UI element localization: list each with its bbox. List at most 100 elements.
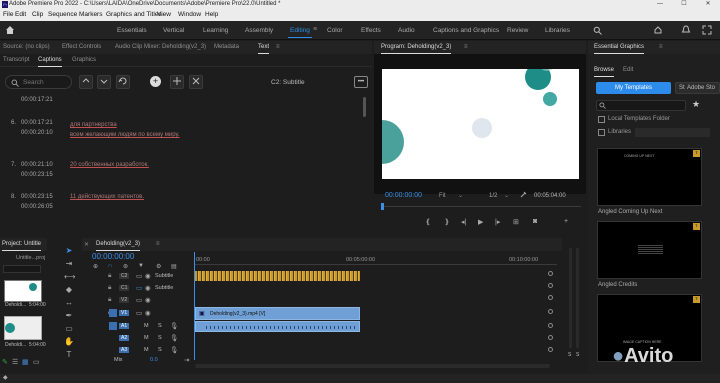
tab-browse[interactable]: Browse bbox=[594, 67, 615, 77]
audio-clip-a1[interactable] bbox=[195, 321, 360, 332]
add-button-icon[interactable]: + bbox=[564, 218, 568, 225]
mix-value[interactable]: 0.0 bbox=[150, 357, 158, 363]
track-v2[interactable]: 🔒︎ V2 ▭ ◉ bbox=[106, 295, 196, 306]
workspace-review[interactable]: Review bbox=[507, 27, 528, 34]
workspace-vertical[interactable]: Vertical bbox=[163, 27, 184, 34]
meter-solo-right[interactable]: S bbox=[576, 352, 579, 358]
sync-icon[interactable]: ▭ bbox=[136, 296, 142, 304]
more-options-button[interactable]: ••• bbox=[354, 76, 368, 88]
resolution-dropdown[interactable]: 1/2 bbox=[489, 193, 497, 199]
source-patch-a1[interactable] bbox=[109, 322, 117, 330]
caption-icon[interactable]: ▭ bbox=[136, 272, 142, 280]
tab-transcript[interactable]: Transcript bbox=[3, 57, 29, 63]
minimize-button[interactable]: — bbox=[648, 0, 672, 9]
meter-solo-left[interactable]: S bbox=[568, 352, 571, 358]
adobe-stock-button[interactable]: St Adobe Sto bbox=[675, 82, 720, 94]
maximize-button[interactable]: ☐ bbox=[672, 0, 696, 9]
track-handle[interactable] bbox=[548, 347, 553, 352]
track-c1[interactable]: 🔒︎ C1 ▭ ◉ Subtitle bbox=[106, 283, 196, 294]
caption-text[interactable]: для партнерства всем желающим людям по в… bbox=[70, 120, 180, 140]
pencil-icon[interactable]: ✎ bbox=[2, 358, 8, 366]
tab-edit[interactable]: Edit bbox=[623, 67, 633, 73]
template-thumb-credits[interactable]: T bbox=[597, 221, 702, 279]
workspace-color[interactable]: Color bbox=[327, 27, 343, 34]
razor-tool-icon[interactable]: ◆ bbox=[64, 285, 74, 295]
tab-graphics[interactable]: Graphics bbox=[72, 57, 96, 63]
lock-icon[interactable]: 🔒︎ bbox=[108, 296, 111, 304]
snap-icon[interactable]: ∩ bbox=[108, 263, 112, 269]
menu-window[interactable]: Window bbox=[178, 11, 201, 18]
search-input[interactable]: Search bbox=[23, 79, 44, 86]
tab-audio-clip-mixer[interactable]: Audio Clip Mixer: Deholding(v2_3) bbox=[115, 44, 206, 50]
lock-icon[interactable]: 🔒︎ bbox=[108, 272, 111, 280]
notifications-icon[interactable] bbox=[681, 25, 691, 35]
caption-text[interactable]: 11 действующих патентов. bbox=[70, 194, 144, 200]
track-handle[interactable] bbox=[548, 283, 553, 288]
mute-button[interactable]: M bbox=[144, 323, 149, 329]
time-ruler[interactable] bbox=[194, 264, 557, 265]
insert-sequence-icon[interactable]: ⊕ bbox=[93, 263, 98, 270]
track-handle[interactable] bbox=[548, 271, 553, 276]
menu-view[interactable]: View bbox=[157, 11, 171, 18]
menu-file[interactable]: File bbox=[3, 11, 13, 18]
caption-scrollbar[interactable] bbox=[363, 97, 366, 117]
selection-tool-icon[interactable]: ➤ bbox=[64, 246, 74, 256]
tab-source[interactable]: Source: (no clips) bbox=[3, 44, 50, 50]
template-thumb-coming-up[interactable]: COMING UP NEXT T bbox=[597, 148, 702, 206]
tab-text[interactable]: Text bbox=[258, 44, 270, 54]
subtitle-clips-c2[interactable] bbox=[195, 271, 360, 281]
program-viewer[interactable] bbox=[374, 54, 586, 194]
search-field[interactable]: Search bbox=[5, 75, 72, 89]
workspace-essentials[interactable]: Essentials bbox=[117, 27, 147, 34]
caption-icon[interactable]: ▭ bbox=[136, 284, 142, 292]
track-handle[interactable] bbox=[548, 323, 553, 328]
caption-track-icon[interactable]: ▤ bbox=[171, 263, 177, 270]
type-tool-icon[interactable]: T bbox=[64, 350, 74, 360]
freeform-view-icon[interactable]: ▭ bbox=[33, 358, 40, 366]
track-handle[interactable] bbox=[548, 295, 553, 300]
track-handle[interactable] bbox=[548, 309, 553, 314]
track-c2[interactable]: 🔒︎ C2 ▭ ◉ Subtitle bbox=[106, 271, 196, 282]
track-a1[interactable]: A1 M S 🎙︎ bbox=[106, 321, 196, 332]
share-icon[interactable] bbox=[653, 26, 663, 35]
step-back-icon[interactable]: ◂| bbox=[461, 218, 466, 226]
menu-graphics-titles[interactable]: Graphics and Titles bbox=[106, 11, 162, 18]
eye-icon[interactable]: ◉ bbox=[145, 296, 151, 304]
my-templates-button[interactable]: My Templates bbox=[596, 82, 671, 94]
libraries-dropdown[interactable] bbox=[635, 128, 710, 137]
track-handle[interactable] bbox=[548, 335, 553, 340]
hand-tool-icon[interactable]: ✋ bbox=[64, 337, 74, 347]
mark-in-icon[interactable]: ❴ bbox=[425, 218, 431, 226]
search-icon[interactable] bbox=[593, 26, 602, 35]
sync-icon[interactable]: ▭ bbox=[136, 309, 142, 317]
merge-caption-button[interactable] bbox=[189, 75, 203, 89]
program-timecode[interactable]: 00:00:00:00 bbox=[385, 192, 422, 199]
icon-view-icon[interactable]: ▦ bbox=[22, 358, 29, 366]
add-caption-icon[interactable]: + bbox=[150, 76, 161, 87]
timeline-menu-icon[interactable]: ≡ bbox=[156, 241, 160, 247]
workspace-audio[interactable]: Audio bbox=[398, 27, 415, 34]
track-v1[interactable]: 🔒︎ V1 ▭ ◉ bbox=[106, 307, 196, 320]
libraries-checkbox[interactable] bbox=[598, 129, 605, 136]
sequence-tab[interactable]: Deholding(v2_3) bbox=[96, 241, 141, 251]
menu-edit[interactable]: Edit bbox=[15, 11, 26, 18]
mute-button[interactable]: M bbox=[144, 335, 149, 341]
workspace-assembly[interactable]: Assembly bbox=[245, 27, 273, 34]
project-clip-thumb[interactable] bbox=[4, 280, 42, 302]
camera-icon[interactable]: ◙ bbox=[533, 218, 537, 225]
home-icon[interactable] bbox=[5, 25, 15, 35]
eye-icon[interactable]: ◉ bbox=[145, 272, 151, 280]
tab-captions[interactable]: Captions bbox=[38, 57, 62, 67]
track-select-tool-icon[interactable]: ⇥ bbox=[64, 259, 74, 269]
workspace-learning[interactable]: Learning bbox=[203, 27, 228, 34]
eg-search-input[interactable] bbox=[596, 100, 686, 111]
project-sequence-thumb[interactable] bbox=[4, 316, 42, 340]
track-a3[interactable]: A3 M S 🎙︎ bbox=[106, 345, 196, 356]
program-title[interactable]: Program: Deholding(v2_3) bbox=[381, 44, 452, 54]
solo-button[interactable]: S bbox=[158, 323, 162, 329]
workspace-libraries[interactable]: Libraries bbox=[545, 27, 570, 34]
eye-icon[interactable]: ◉ bbox=[145, 309, 151, 317]
caption-text[interactable]: 20 собственных разработок. bbox=[70, 162, 149, 168]
rectangle-tool-icon[interactable]: ▭ bbox=[64, 324, 74, 334]
list-view-icon[interactable]: ☰ bbox=[12, 358, 18, 366]
